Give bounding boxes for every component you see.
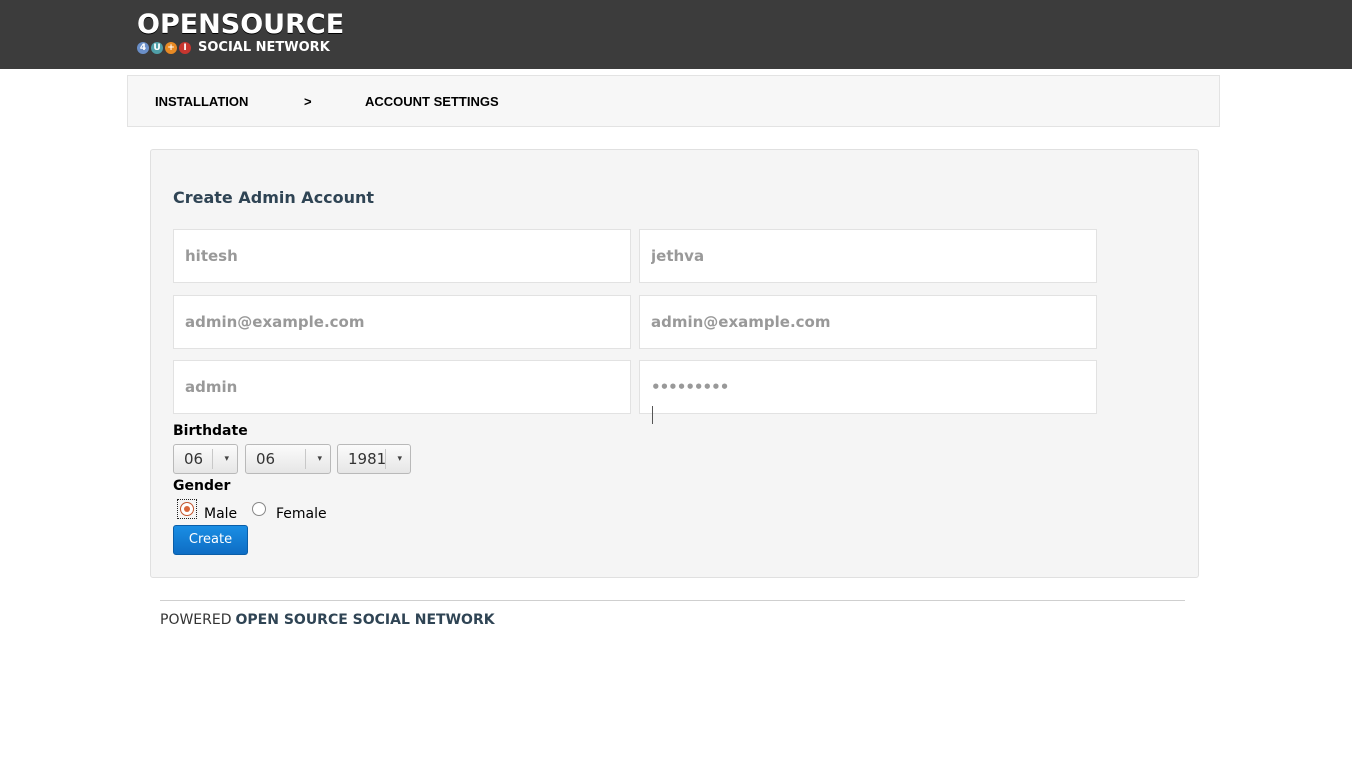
logo-badge-i: I — [179, 42, 191, 54]
logo-badge-plus: + — [165, 42, 177, 54]
gender-female-radio[interactable] — [252, 502, 266, 516]
birth-month-value: 06 — [256, 450, 276, 468]
top-bar: OPENSOURCE 4 U + I SOCIAL NETWORK — [0, 0, 1352, 69]
chevron-down-icon: ▾ — [224, 454, 229, 464]
birth-year-select[interactable]: 1981 ▾ — [337, 444, 411, 474]
first-name-input[interactable] — [173, 229, 631, 283]
birth-month-select[interactable]: 06 ▾ — [245, 444, 331, 474]
footer: POWERED OPEN SOURCE SOCIAL NETWORK — [160, 612, 495, 628]
birthdate-label: Birthdate — [173, 423, 248, 439]
form-title: Create Admin Account — [173, 188, 375, 207]
email-confirm-input[interactable] — [639, 295, 1097, 349]
create-admin-panel: Create Admin Account Birthdate 06 ▾ 06 ▾… — [150, 149, 1199, 578]
breadcrumb-separator: > — [304, 94, 312, 109]
logo-badge-4: 4 — [137, 42, 149, 54]
text-cursor — [652, 406, 653, 424]
footer-powered-text: POWERED — [160, 612, 232, 628]
gender-female-label[interactable]: Female — [276, 506, 327, 522]
last-name-input[interactable] — [639, 229, 1097, 283]
select-separator — [305, 449, 306, 469]
logo-badge-u: U — [151, 42, 163, 54]
password-input[interactable] — [639, 360, 1097, 414]
select-separator — [385, 449, 386, 469]
chevron-down-icon: ▾ — [397, 454, 402, 464]
gender-male-radio[interactable] — [180, 502, 194, 516]
birth-year-value: 1981 — [348, 450, 387, 468]
logo-subtitle: SOCIAL NETWORK — [198, 40, 330, 55]
footer-brand-link[interactable]: OPEN SOURCE SOCIAL NETWORK — [236, 612, 495, 628]
footer-divider — [160, 600, 1185, 601]
breadcrumb-installation[interactable]: INSTALLATION — [155, 94, 248, 109]
chevron-down-icon: ▾ — [317, 454, 322, 464]
breadcrumb: INSTALLATION > ACCOUNT SETTINGS — [127, 75, 1220, 127]
site-logo[interactable]: OPENSOURCE 4 U + I SOCIAL NETWORK — [137, 10, 344, 58]
logo-title: OPENSOURCE — [137, 9, 345, 40]
birth-day-value: 06 — [184, 450, 204, 468]
birth-day-select[interactable]: 06 ▾ — [173, 444, 238, 474]
select-separator — [212, 449, 213, 469]
create-button[interactable]: Create — [173, 525, 248, 555]
logo-subtitle-row: 4 U + I SOCIAL NETWORK — [137, 40, 330, 56]
username-input[interactable] — [173, 360, 631, 414]
breadcrumb-account-settings: ACCOUNT SETTINGS — [365, 94, 499, 109]
gender-male-label[interactable]: Male — [204, 506, 237, 522]
email-input[interactable] — [173, 295, 631, 349]
gender-label: Gender — [173, 478, 231, 494]
